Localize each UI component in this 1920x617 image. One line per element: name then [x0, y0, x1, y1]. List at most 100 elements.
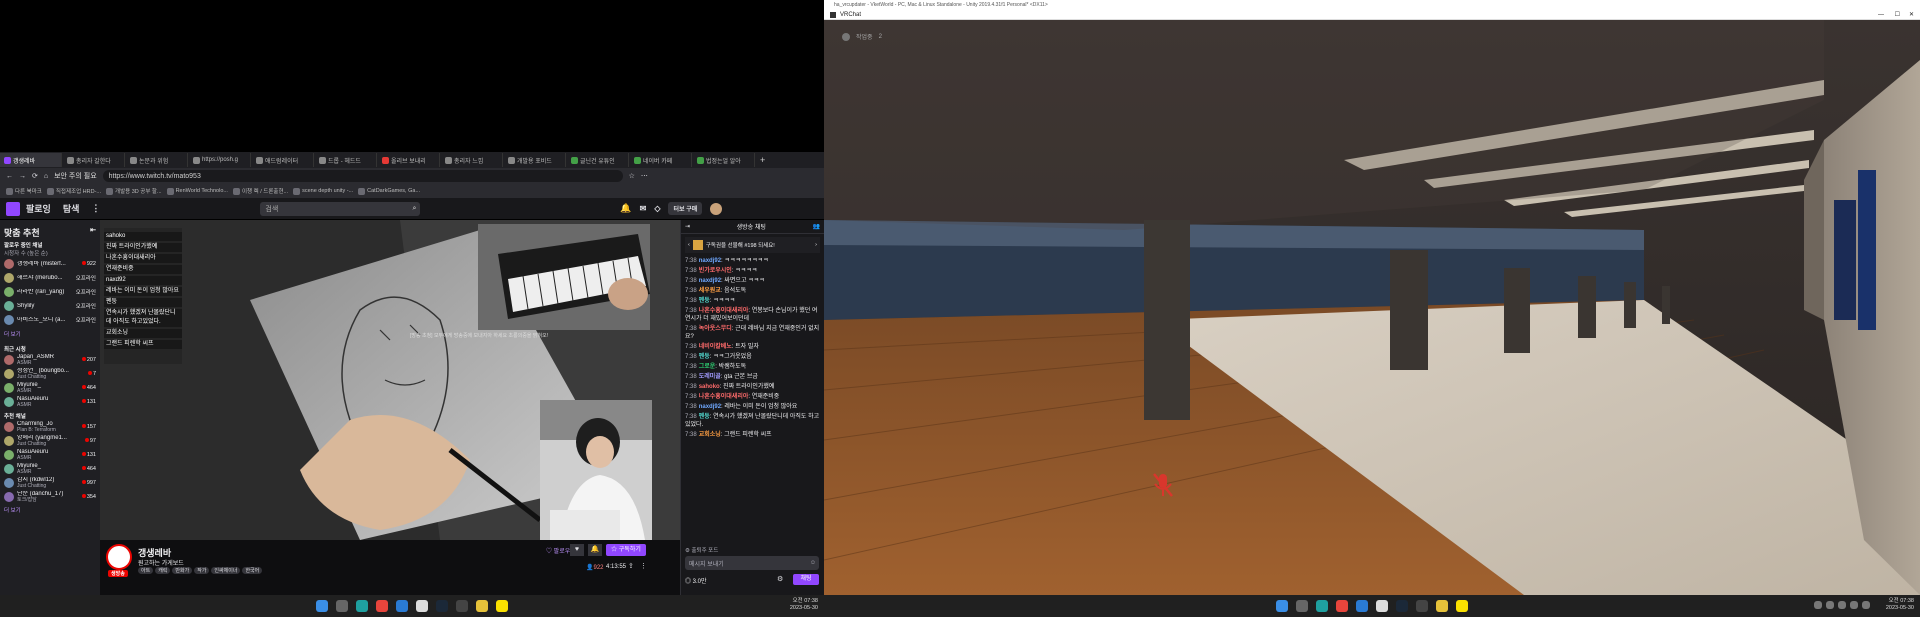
- browser-tab[interactable]: 갱생레바: [0, 153, 62, 167]
- chat-message[interactable]: 7:38 naxdj92: 싸면으고 ㅋㅋㅋ: [681, 276, 824, 286]
- kakao-icon-2[interactable]: [1456, 600, 1468, 612]
- stream-video[interactable]: [방송 초청] 모두에게 방송중에 보내지아 하세요 초롱의중을 밝혀오! sa…: [100, 220, 680, 540]
- streamer-avatar[interactable]: [106, 544, 132, 570]
- settings-icon[interactable]: ⚙: [777, 575, 783, 583]
- collapse-icon[interactable]: ⇤: [90, 226, 96, 239]
- chat-username[interactable]: naxdj92: [699, 404, 721, 410]
- search-icon[interactable]: ⌕: [412, 205, 420, 213]
- chat-username[interactable]: 펜둥: [699, 354, 710, 360]
- turbo-button[interactable]: 터보 구매: [668, 202, 703, 215]
- app-icon-2[interactable]: [1416, 600, 1428, 612]
- pinned-banner[interactable]: ‹ 구독권을 선물해 #198 되세요! ›: [685, 237, 820, 253]
- more-options-icon[interactable]: ⋮: [640, 562, 647, 570]
- minimize-button[interactable]: —: [1878, 12, 1884, 18]
- chat-message[interactable]: 7:38 naxdj92: ㅋㅋㅋㅋㅋㅋㅋㅋ: [681, 256, 824, 266]
- stream-tag[interactable]: 아트: [138, 567, 154, 574]
- chat-username[interactable]: 나혼수흥이대새리아: [699, 308, 749, 314]
- sidebar-channel[interactable]: 양메리 (yangme1... Just Chatting 97: [0, 434, 100, 448]
- browser-tab[interactable]: https://posh.g: [189, 153, 251, 167]
- tray-icon-5[interactable]: [1862, 601, 1870, 609]
- chrome-icon-2[interactable]: [1336, 600, 1348, 612]
- bookmark-item[interactable]: 개발용 3D 공부 할...: [106, 187, 162, 195]
- chat-message[interactable]: 7:38 펜둥: 연속시가 했겠져 난몰랐단니데 아직도 하고있었다.: [681, 412, 824, 430]
- chat-message[interactable]: 7:38 펜둥: ㅋㅋㅋㅋ: [681, 296, 824, 306]
- share-icon[interactable]: ⇪: [628, 562, 634, 570]
- sidebar-channel[interactable]: Miyunie_ ASMR 464: [0, 381, 100, 395]
- vscode-icon[interactable]: [396, 600, 408, 612]
- edge-icon[interactable]: [356, 600, 368, 612]
- star-icon[interactable]: ☆: [629, 172, 635, 180]
- show-more-link-2[interactable]: 더 보기: [0, 504, 100, 516]
- twitch-logo[interactable]: [6, 201, 20, 216]
- chat-message[interactable]: 7:38 sahoko: 진짜 트라이인가했예: [681, 382, 824, 392]
- bell-icon[interactable]: 🔔: [588, 544, 602, 556]
- notifications-icon[interactable]: 🔔: [620, 203, 631, 214]
- follow-button[interactable]: ♡ 팔로우: [546, 546, 570, 555]
- chat-username[interactable]: 나혼수흥이대새리아: [699, 394, 749, 400]
- system-tray[interactable]: [1814, 601, 1870, 609]
- chevron-left-icon[interactable]: ‹: [688, 242, 690, 248]
- maximize-button[interactable]: ☐: [1895, 11, 1900, 18]
- url-field[interactable]: https://www.twitch.tv/mato953: [102, 170, 623, 182]
- nav-following[interactable]: 팔로잉: [26, 202, 51, 215]
- sidebar-channel[interactable]: Japan_ASMR ASMR 207: [0, 353, 100, 367]
- chat-message[interactable]: 7:38 녹아웃스무디: 근대 레바님 지금 연재중인거 없지요?: [681, 324, 824, 342]
- chat-username[interactable]: naxdj92: [699, 258, 721, 264]
- sidebar-channel[interactable]: 감지 (rkdwl12) Just Chatting 997: [0, 476, 100, 490]
- explorer-icon-2[interactable]: [1436, 600, 1448, 612]
- browser-tab[interactable]: 총리자 느낌: [441, 153, 503, 167]
- vscode-icon-2[interactable]: [1356, 600, 1368, 612]
- bits-icon[interactable]: ◇: [654, 204, 660, 213]
- explorer-icon[interactable]: [476, 600, 488, 612]
- refresh-icon[interactable]: ⟳: [32, 172, 38, 180]
- sidebar-channel[interactable]: 라라반 (rari_yang) 오프라인: [0, 285, 100, 299]
- unity-icon-2[interactable]: [1376, 600, 1388, 612]
- home-icon[interactable]: ⌂: [44, 173, 48, 180]
- send-chat-button[interactable]: 채팅: [793, 574, 819, 585]
- sidebar-channel[interactable]: 청정연_ (boungbo... Just Chatting 7: [0, 367, 100, 381]
- browser-tab[interactable]: 총리자 갈한다: [63, 153, 125, 167]
- tray-icon-4[interactable]: [1850, 601, 1858, 609]
- chat-username[interactable]: 교회소닝: [699, 432, 721, 438]
- chat-username[interactable]: 도레미골: [699, 374, 721, 380]
- close-button[interactable]: ✕: [1909, 11, 1914, 18]
- unity-icon[interactable]: [416, 600, 428, 612]
- browser-tab[interactable]: 올리브 보내리: [378, 153, 440, 167]
- browser-tab[interactable]: 글닌건 유튜인: [567, 153, 629, 167]
- browser-tab[interactable]: 논문과 위험: [126, 153, 188, 167]
- chat-username[interactable]: 세우원교: [699, 288, 721, 294]
- right-clock[interactable]: 오전 07:38 2023-05-30: [1886, 598, 1914, 612]
- forward-icon[interactable]: →: [19, 173, 26, 180]
- bookmark-item[interactable]: CatDarkGames, Ga...: [358, 187, 420, 195]
- stream-tag[interactable]: 인싸체이너: [211, 567, 241, 574]
- bookmark-item[interactable]: scene depth unity -...: [293, 187, 353, 195]
- steam-icon-2[interactable]: [1396, 600, 1408, 612]
- new-tab-icon[interactable]: +: [756, 155, 769, 165]
- sidebar-channel[interactable]: 갱생레바 (misterf... 922: [0, 257, 100, 271]
- chat-username[interactable]: naxdj92: [699, 278, 721, 284]
- tray-icon-2[interactable]: [1826, 601, 1834, 609]
- show-more-link[interactable]: 더 보기: [0, 327, 100, 341]
- windows-start-icon[interactable]: [316, 600, 328, 612]
- left-clock[interactable]: 오전 07:38 2023-05-30: [790, 598, 818, 612]
- security-warning[interactable]: 보안 주의 필요: [54, 171, 97, 181]
- chat-username[interactable]: 네비이칼베노: [699, 344, 732, 350]
- sidebar-channel[interactable]: 해르샤 (merubo... 오프라인: [0, 271, 100, 285]
- emote-icon[interactable]: ☺: [810, 560, 819, 566]
- windows-start-icon-2[interactable]: [1276, 600, 1288, 612]
- vrchat-3d-scene[interactable]: 작업중 2: [824, 20, 1920, 595]
- chat-message[interactable]: 7:38 교회소닝: 그랜드 피렌학 씨프: [681, 430, 824, 440]
- tray-icon-3[interactable]: [1838, 601, 1846, 609]
- search-taskbar-icon-2[interactable]: [1296, 600, 1308, 612]
- chat-message[interactable]: 7:38 펜둥: ㅋㅋ그거웃었음: [681, 352, 824, 362]
- chat-message[interactable]: 7:38 빈가로우시인: ㅋㅋㅋㅋ: [681, 266, 824, 276]
- kakao-icon[interactable]: [496, 600, 508, 612]
- chat-message[interactable]: 7:38 나혼수흥이대새리아: 연봉보다 손님이가 했던 여연시가 더 재밌어보이…: [681, 306, 824, 324]
- chat-message[interactable]: 7:38 naxdj92: 레바는 이미 돈이 엄청 많아요: [681, 402, 824, 412]
- chat-username[interactable]: 녹아웃스무디: [699, 326, 732, 332]
- bookmark-item[interactable]: 직접제조업 HRD-...: [46, 187, 101, 195]
- browser-tab[interactable]: 개발용 포비드: [504, 153, 566, 167]
- sidebar-channel[interactable]: Miyunie_ ASMR 464: [0, 462, 100, 476]
- chat-username[interactable]: 빈가로우시인: [699, 268, 732, 274]
- bookmark-item[interactable]: RenWorld Technolo...: [166, 187, 228, 195]
